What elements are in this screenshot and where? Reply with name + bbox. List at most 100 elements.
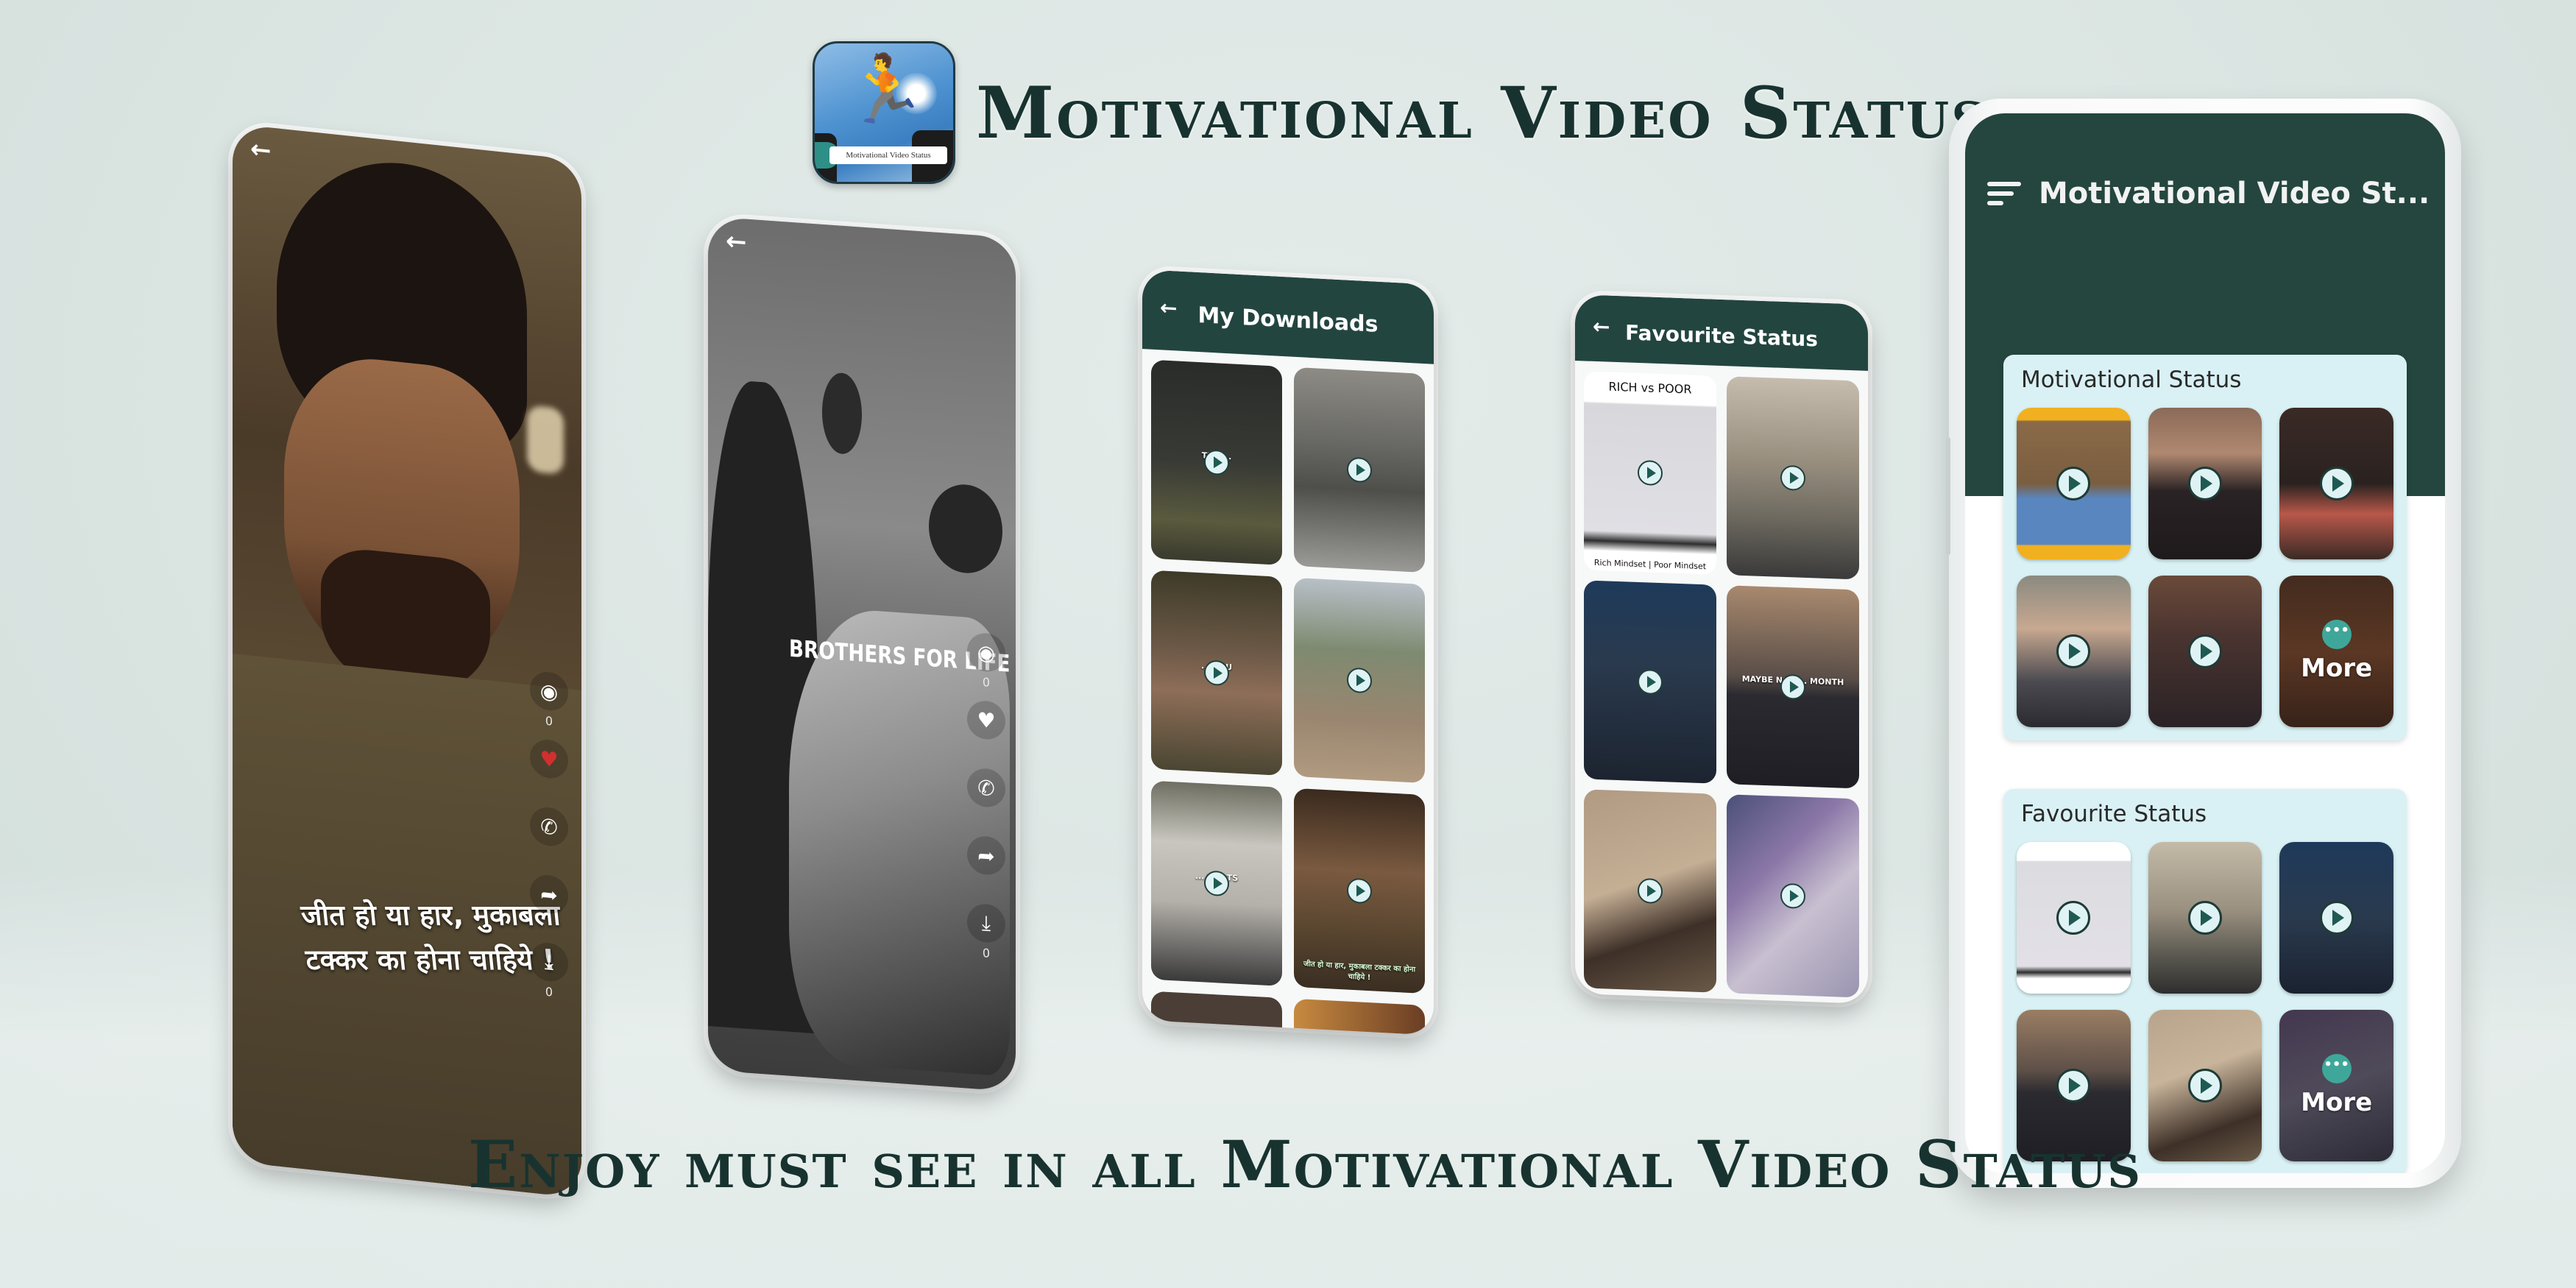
downloads-count: 0	[982, 946, 991, 960]
tagline: Enjoy must see in all Motivational Video…	[468, 1126, 2142, 1203]
views-count: 0	[545, 713, 553, 729]
video-thumb[interactable]: ... YOU	[1151, 570, 1282, 776]
video-quote-text: जीत हो या हार, मुकाबला टक्कर का होना चाह…	[299, 899, 562, 977]
home-screen: Motivational Video St... Motivational St…	[1965, 113, 2445, 1173]
video-thumb[interactable]	[2148, 1010, 2262, 1161]
video-thumb[interactable]: जीत हो या हार, मुकाबला टक्कर का होना चाह…	[1294, 788, 1425, 994]
section-motivational-status: Motivational Status ••• More	[2003, 355, 2407, 740]
back-arrow-icon[interactable]: ←	[726, 227, 747, 258]
play-icon[interactable]	[1780, 882, 1805, 909]
whatsapp-icon[interactable]: ✆	[530, 805, 568, 848]
icon-banner-text: Motivational Video Status	[829, 146, 947, 164]
video-thumb[interactable]	[2148, 842, 2262, 994]
video-action-rail: ◉ 0 ♥ ✆ ➦ ⤓ 0	[530, 670, 568, 1012]
play-icon[interactable]	[2187, 634, 2222, 668]
more-favourites-button[interactable]: ••• More	[2279, 1010, 2393, 1161]
more-dots-icon: •••	[2321, 1054, 2352, 1083]
play-icon[interactable]	[2187, 1069, 2222, 1103]
share-icon[interactable]: ➦	[530, 873, 568, 916]
video-thumb[interactable]	[1584, 789, 1716, 993]
app-bar: ← Favourite Status	[1575, 294, 1868, 371]
more-label: More	[2301, 1088, 2373, 1117]
video-thumb[interactable]: A ...	[1294, 367, 1425, 573]
section-favourite-status: Favourite Status ••• More	[2003, 789, 2407, 1173]
phone-my-downloads: ← My Downloads THE ... A ... ... YOU ...…	[1142, 269, 1434, 1036]
play-icon[interactable]	[2056, 901, 2091, 935]
video-frame-head	[929, 481, 1002, 576]
screen-title: My Downloads	[1197, 302, 1379, 338]
more-motivational-button[interactable]: ••• More	[2279, 576, 2393, 727]
downloads-grid: THE ... A ... ... YOU ... IDIOTS जीत हो …	[1142, 349, 1434, 1036]
section-title[interactable]: Motivational Status	[2021, 367, 2393, 393]
section-title[interactable]: Favourite Status	[2021, 801, 2393, 827]
heart-icon[interactable]: ♥	[967, 699, 1005, 741]
back-arrow-icon[interactable]: ←	[1593, 314, 1610, 339]
downloads-count: 0	[545, 984, 553, 999]
play-icon[interactable]	[1638, 459, 1663, 486]
play-icon[interactable]	[1780, 464, 1805, 491]
play-icon[interactable]	[1638, 668, 1663, 696]
download-icon[interactable]: ⤓	[530, 941, 568, 983]
play-icon[interactable]	[2056, 634, 2091, 668]
video-frame-clock	[822, 371, 862, 456]
section-grid: ••• More	[2017, 408, 2393, 727]
eye-icon[interactable]: ◉	[967, 631, 1005, 673]
video-thumb[interactable]	[2279, 408, 2393, 559]
phone-video-player-2: ← BROTHERS FOR LIFE ◉ 0 ♥ ✆ ➦ ⤓ 0	[708, 216, 1016, 1092]
play-icon[interactable]	[2319, 901, 2354, 935]
video-thumb[interactable]	[2148, 408, 2262, 559]
more-dots-icon: •••	[2321, 620, 2352, 649]
back-arrow-icon[interactable]: ←	[1160, 295, 1177, 320]
hamburger-menu-icon[interactable]	[1987, 182, 2021, 205]
app-title: Motivational Video St...	[2039, 177, 2430, 210]
play-icon[interactable]	[1638, 877, 1663, 905]
video-thumb[interactable]: ... IDIOTS	[1151, 780, 1282, 986]
play-icon[interactable]	[1347, 877, 1372, 905]
play-icon[interactable]	[1204, 870, 1229, 897]
back-arrow-icon[interactable]: ←	[250, 135, 272, 166]
video-frame-bokeh	[527, 405, 564, 475]
video-thumb[interactable]: MAYBE NOT ... MONTH	[1727, 585, 1859, 789]
app-logo-icon: 🏃 Motivational Video Status	[813, 41, 955, 184]
play-icon[interactable]	[1204, 449, 1229, 476]
play-icon[interactable]	[2056, 467, 2091, 500]
share-icon[interactable]: ➦	[967, 835, 1005, 877]
video-thumb[interactable]: RICH vs POOR Rich Mindset | Poor Mindset	[1584, 371, 1716, 575]
app-bar: ← My Downloads	[1142, 269, 1434, 364]
play-icon[interactable]	[1780, 673, 1805, 700]
phone-favourite-status: ← Favourite Status RICH vs POOR Rich Min…	[1575, 294, 1868, 1004]
favourites-grid: RICH vs POOR Rich Mindset | Poor Mindset…	[1575, 361, 1868, 1004]
play-icon[interactable]	[2187, 901, 2222, 935]
video-thumb[interactable]	[1727, 794, 1859, 998]
video-thumb[interactable]	[1584, 580, 1716, 784]
screen-title: Favourite Status	[1625, 319, 1818, 352]
views-count: 0	[982, 675, 991, 690]
heart-icon[interactable]: ♥	[530, 737, 568, 780]
video-thumb[interactable]	[1294, 577, 1425, 784]
play-icon[interactable]	[2056, 1069, 2091, 1103]
jumping-man-graphic: 🏃	[844, 51, 927, 128]
home-app-bar: Motivational Video St...	[1987, 177, 2430, 210]
play-icon[interactable]	[2319, 467, 2354, 500]
video-thumb[interactable]	[2017, 408, 2131, 559]
brand-header: 🏃 Motivational Video Status Motivational…	[813, 41, 1989, 184]
video-thumb[interactable]	[2017, 576, 2131, 727]
play-icon[interactable]	[2187, 467, 2222, 500]
play-icon[interactable]	[1347, 667, 1372, 694]
brand-title: Motivational Video Status	[976, 71, 1989, 155]
phone-video-player-1: ← जीत हो या हार, मुकाबला टक्कर का होना च…	[233, 124, 581, 1198]
play-icon[interactable]	[1204, 659, 1229, 687]
video-thumb[interactable]	[1727, 376, 1859, 580]
whatsapp-icon[interactable]: ✆	[967, 767, 1005, 809]
video-thumb[interactable]	[2279, 842, 2393, 994]
video-thumb[interactable]: THE ...	[1151, 359, 1282, 565]
video-thumb[interactable]	[2017, 842, 2131, 994]
section-grid: ••• More	[2017, 842, 2393, 1161]
phone-side-button	[1946, 437, 1950, 555]
download-icon[interactable]: ⤓	[967, 902, 1005, 944]
eye-icon[interactable]: ◉	[530, 670, 568, 712]
more-label: More	[2301, 654, 2373, 683]
video-action-rail: ◉ 0 ♥ ✆ ➦ ⤓ 0	[967, 631, 1005, 974]
video-thumb[interactable]	[2148, 576, 2262, 727]
phone-home-screen: Motivational Video St... Motivational St…	[1946, 99, 2461, 1188]
